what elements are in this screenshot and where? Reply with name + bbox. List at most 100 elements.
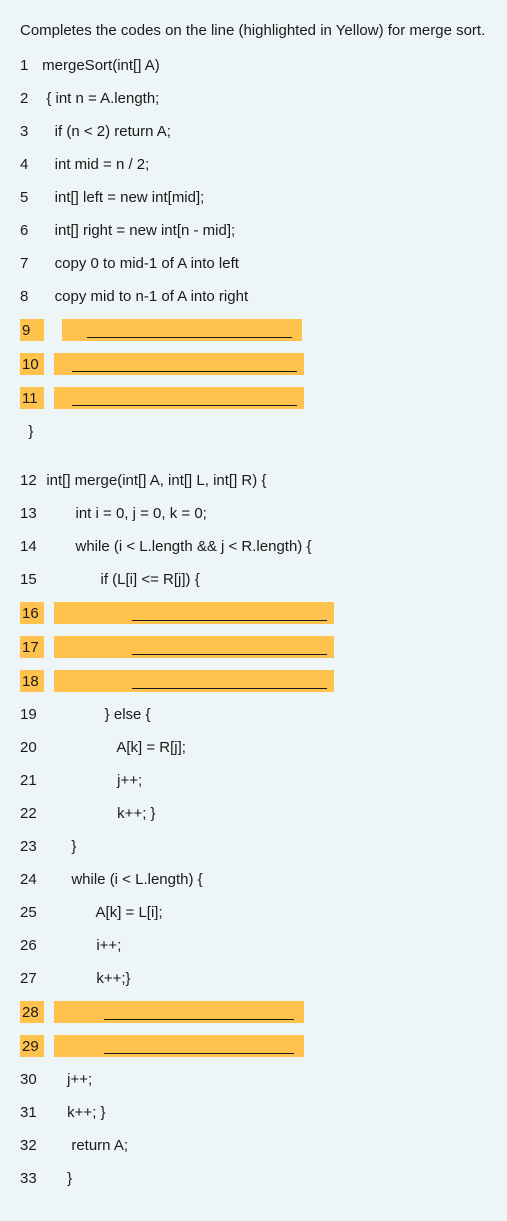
line-number: 7 xyxy=(20,253,38,274)
highlighted-blank-line[interactable]: 9 xyxy=(20,319,487,341)
underline xyxy=(104,1053,294,1054)
line-number: 6 xyxy=(20,220,38,241)
highlighted-blank-line[interactable]: 29 xyxy=(20,1035,487,1057)
code-text: } xyxy=(38,1170,72,1187)
code-text: } else { xyxy=(38,706,151,723)
line-number: 3 xyxy=(20,121,38,142)
highlighted-line-number: 9 xyxy=(20,319,44,341)
line-number: 8 xyxy=(20,286,38,307)
line-number: 1 xyxy=(20,55,38,76)
code-line: 2 { int n = A.length; xyxy=(20,88,487,109)
question-prompt: Completes the codes on the line (highlig… xyxy=(20,20,487,41)
fill-in-blank[interactable] xyxy=(54,636,334,658)
code-text: if (n < 2) return A; xyxy=(38,123,171,140)
code-close-brace: } xyxy=(20,421,487,442)
underline xyxy=(104,1019,294,1020)
highlighted-line-number: 10 xyxy=(20,353,44,375)
highlighted-line-number: 11 xyxy=(20,387,44,409)
highlighted-blank-line[interactable]: 18 xyxy=(20,670,487,692)
line-number: 23 xyxy=(20,836,38,857)
line-number: 4 xyxy=(20,154,38,175)
fill-in-blank[interactable] xyxy=(54,387,304,409)
line-number: 2 xyxy=(20,88,38,109)
code-line: 8 copy mid to n-1 of A into right xyxy=(20,286,487,307)
code-text: j++; xyxy=(38,772,142,789)
highlighted-line-number: 18 xyxy=(20,670,44,692)
line-number: 19 xyxy=(20,704,38,725)
code-text: A[k] = L[i]; xyxy=(38,904,163,921)
highlighted-blank-line[interactable]: 17 xyxy=(20,636,487,658)
code-text: } xyxy=(38,838,76,855)
code-line: 6 int[] right = new int[n - mid]; xyxy=(20,220,487,241)
fill-in-blank[interactable] xyxy=(62,319,302,341)
code-text: k++; } xyxy=(38,1104,106,1121)
code-line: 13 int i = 0, j = 0, k = 0; xyxy=(20,503,487,524)
code-line: 3 if (n < 2) return A; xyxy=(20,121,487,142)
code-line: 14 while (i < L.length && j < R.length) … xyxy=(20,536,487,557)
highlighted-line-number: 16 xyxy=(20,602,44,624)
code-line: 1 mergeSort(int[] A) xyxy=(20,55,487,76)
line-number: 24 xyxy=(20,869,38,890)
fill-in-blank[interactable] xyxy=(54,1035,304,1057)
fill-in-blank[interactable] xyxy=(54,1001,304,1023)
code-text: int[] left = new int[mid]; xyxy=(38,189,204,206)
code-line: 23 } xyxy=(20,836,487,857)
code-text: int[] right = new int[n - mid]; xyxy=(38,222,235,239)
code-line: 19 } else { xyxy=(20,704,487,725)
line-number: 20 xyxy=(20,737,38,758)
line-number: 5 xyxy=(20,187,38,208)
underline xyxy=(132,620,327,621)
code-line: 21 j++; xyxy=(20,770,487,791)
code-line: 25 A[k] = L[i]; xyxy=(20,902,487,923)
code-line: 27 k++;} xyxy=(20,968,487,989)
code-line: 7 copy 0 to mid-1 of A into left xyxy=(20,253,487,274)
code-text: if (L[i] <= R[j]) { xyxy=(38,571,200,588)
code-text: { int n = A.length; xyxy=(38,90,159,107)
code-line: 4 int mid = n / 2; xyxy=(20,154,487,175)
code-line: 30 j++; xyxy=(20,1069,487,1090)
line-number: 32 xyxy=(20,1135,38,1156)
code-line: 5 int[] left = new int[mid]; xyxy=(20,187,487,208)
underline xyxy=(72,405,297,406)
highlighted-blank-line[interactable]: 28 xyxy=(20,1001,487,1023)
highlighted-line-number: 17 xyxy=(20,636,44,658)
fill-in-blank[interactable] xyxy=(54,670,334,692)
code-line: 24 while (i < L.length) { xyxy=(20,869,487,890)
code-line: 31 k++; } xyxy=(20,1102,487,1123)
code-text: while (i < L.length) { xyxy=(38,871,203,888)
code-line: 33 } xyxy=(20,1168,487,1189)
highlighted-blank-line[interactable]: 16 xyxy=(20,602,487,624)
code-text: return A; xyxy=(38,1137,128,1154)
line-number: 15 xyxy=(20,569,38,590)
code-text: copy 0 to mid-1 of A into left xyxy=(38,255,239,272)
highlighted-blank-line[interactable]: 10 xyxy=(20,353,487,375)
code-text: int[] merge(int[] A, int[] L, int[] R) { xyxy=(38,472,266,489)
code-text: while (i < L.length && j < R.length) { xyxy=(38,538,311,555)
code-text: mergeSort(int[] A) xyxy=(38,57,160,74)
code-text: i++; xyxy=(38,937,121,954)
code-line: 22 k++; } xyxy=(20,803,487,824)
line-number: 25 xyxy=(20,902,38,923)
code-text: k++;} xyxy=(38,970,131,987)
code-line: 12 int[] merge(int[] A, int[] L, int[] R… xyxy=(20,470,487,491)
line-number: 33 xyxy=(20,1168,38,1189)
line-number: 13 xyxy=(20,503,38,524)
code-line: 32 return A; xyxy=(20,1135,487,1156)
code-line: 26 i++; xyxy=(20,935,487,956)
fill-in-blank[interactable] xyxy=(54,353,304,375)
highlighted-line-number: 28 xyxy=(20,1001,44,1023)
code-text: copy mid to n-1 of A into right xyxy=(38,288,248,305)
fill-in-blank[interactable] xyxy=(54,602,334,624)
line-number: 12 xyxy=(20,470,38,491)
line-number: 21 xyxy=(20,770,38,791)
code-line: 15 if (L[i] <= R[j]) { xyxy=(20,569,487,590)
highlighted-blank-line[interactable]: 11 xyxy=(20,387,487,409)
code-line: 20 A[k] = R[j]; xyxy=(20,737,487,758)
code-text: A[k] = R[j]; xyxy=(38,739,186,756)
line-number: 31 xyxy=(20,1102,38,1123)
line-number: 14 xyxy=(20,536,38,557)
line-number: 30 xyxy=(20,1069,38,1090)
line-number: 27 xyxy=(20,968,38,989)
highlighted-line-number: 29 xyxy=(20,1035,44,1057)
code-text: k++; } xyxy=(38,805,156,822)
